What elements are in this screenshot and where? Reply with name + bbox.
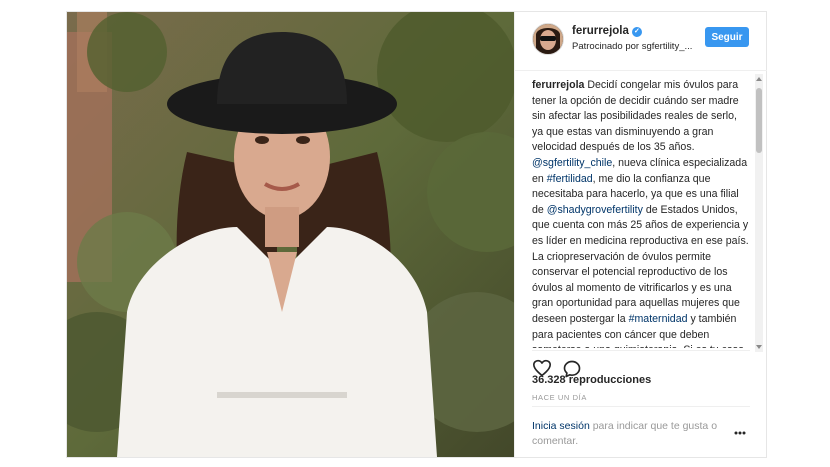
post-actions <box>532 350 750 378</box>
scroll-down-arrow-icon[interactable] <box>756 345 762 349</box>
login-prompt: Inicia sesión para indicar que te gusta … <box>532 419 732 449</box>
caption-scrollbar[interactable] <box>755 74 763 352</box>
scroll-thumb[interactable] <box>756 88 762 153</box>
more-options-icon[interactable] <box>734 424 746 438</box>
verified-badge-icon: ✓ <box>631 27 642 37</box>
hashtag-maternidad-link[interactable]: #maternidad <box>629 313 688 325</box>
follow-button[interactable]: Seguir <box>705 27 749 47</box>
avatar[interactable] <box>532 23 564 55</box>
post-username[interactable]: ferurrejola ✓ <box>572 25 642 37</box>
video-player[interactable] <box>67 12 514 457</box>
login-divider <box>532 406 750 407</box>
mention-sgfertility-link[interactable]: @sgfertility_chile <box>532 157 612 169</box>
sponsored-label[interactable]: Patrocinado por sgfertility_... <box>572 41 692 52</box>
view-count: 36.328 reproducciones <box>532 374 652 386</box>
mention-shadygrove-link[interactable]: @shadygrovefertility <box>547 204 643 216</box>
scroll-up-arrow-icon[interactable] <box>756 77 762 81</box>
username-text[interactable]: ferurrejola <box>572 25 629 37</box>
post-timestamp[interactable]: HACE UN DÍA <box>532 393 587 402</box>
caption-author[interactable]: ferurrejola <box>532 79 584 91</box>
instagram-post: ferurrejola ✓ Patrocinado por sgfertility… <box>66 11 767 458</box>
post-side-panel: ferurrejola ✓ Patrocinado por sgfertility… <box>514 12 767 457</box>
avatar-image <box>533 24 563 54</box>
post-header: ferurrejola ✓ Patrocinado por sgfertility… <box>515 12 767 71</box>
login-link[interactable]: Inicia sesión <box>532 420 590 432</box>
hashtag-fertilidad-link[interactable]: #fertilidad <box>547 173 593 185</box>
video-frame <box>67 12 514 457</box>
post-caption: ferurrejola Decidí congelar mis óvulos p… <box>532 78 750 348</box>
